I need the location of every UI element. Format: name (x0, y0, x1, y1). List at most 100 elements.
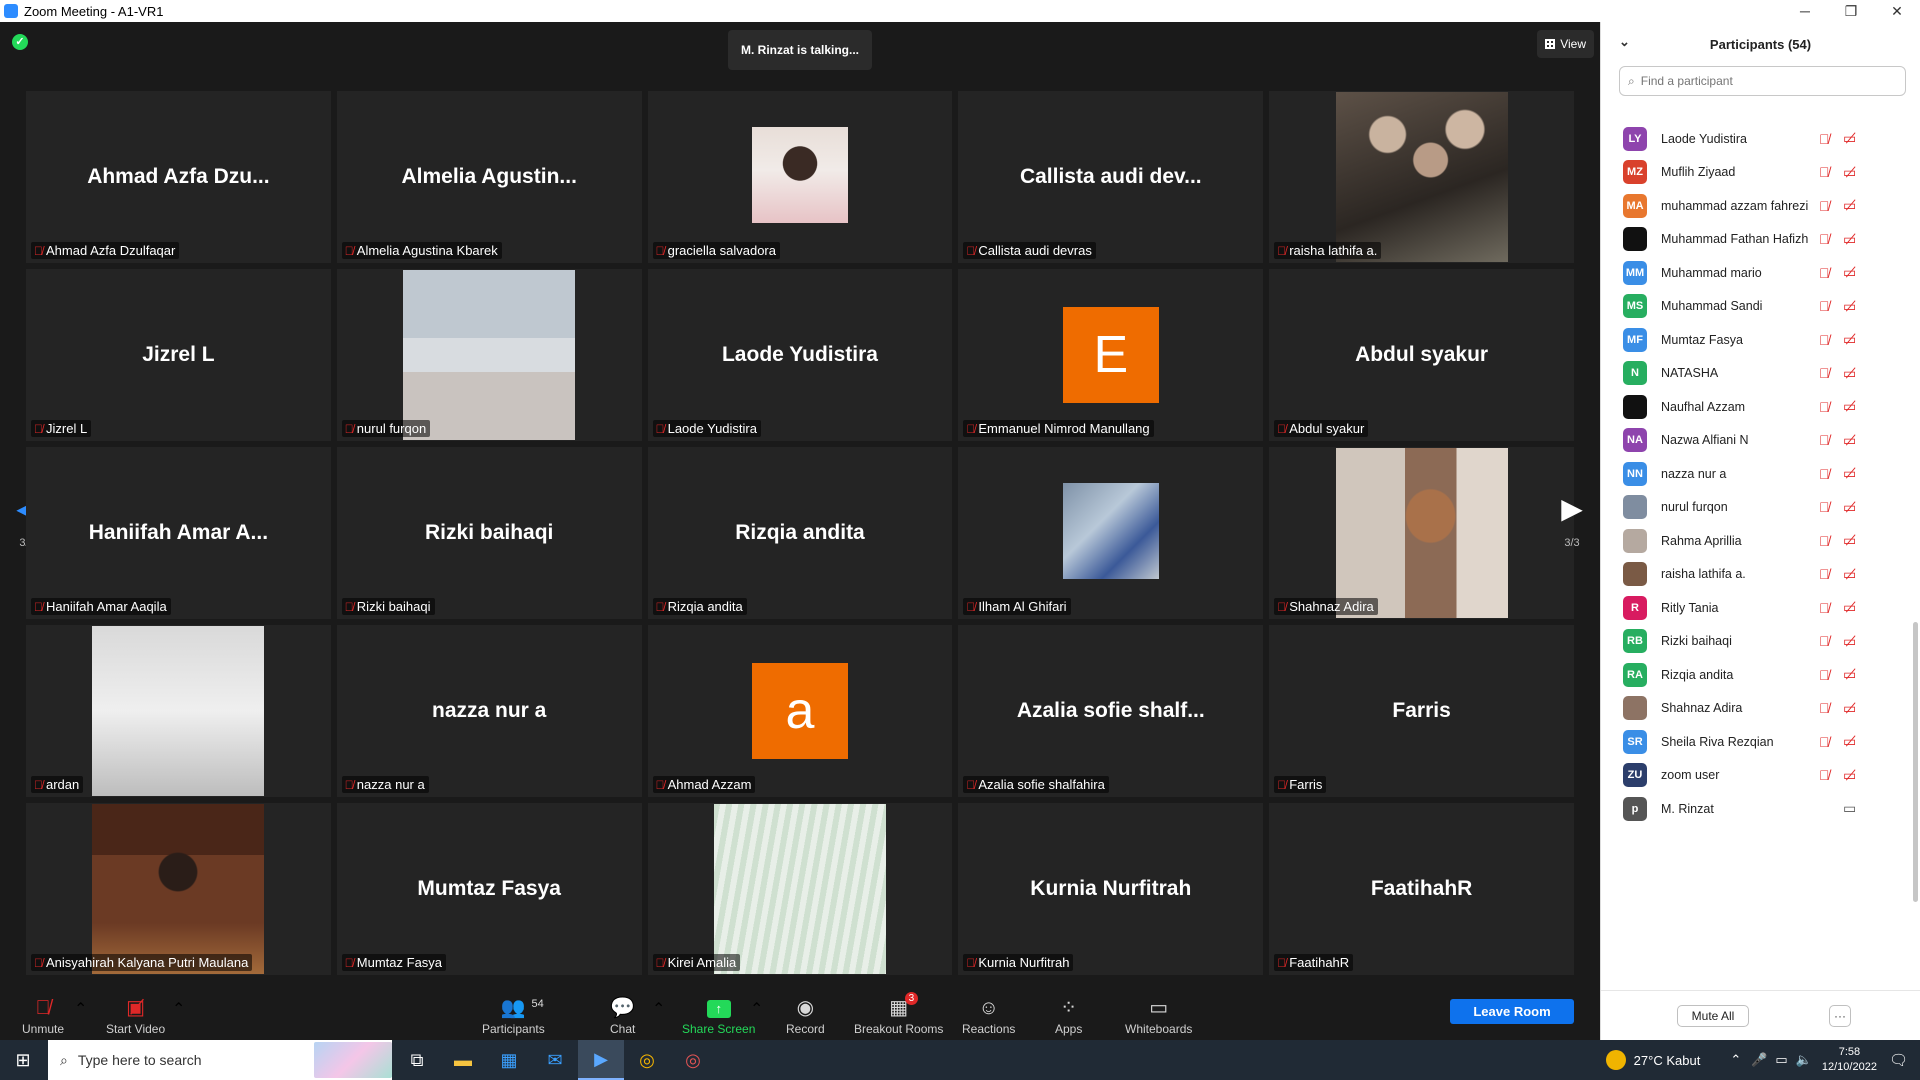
video-tile[interactable]: Mumtaz Fasya 🎙̸ Mumtaz Fasya (336, 803, 642, 975)
chrome-profile-icon[interactable]: ◎ (670, 1040, 716, 1080)
participant-name: Muhammad Sandi (1661, 299, 1763, 313)
participant-avatar: NN (1623, 461, 1647, 486)
mic-muted-icon: 🎙̸ (344, 243, 354, 258)
clock[interactable]: 7:58 12/10/2022 (1822, 1045, 1877, 1075)
microphone-icon[interactable]: 🎤 (1751, 1052, 1767, 1068)
mic-muted-icon: 🎙̸ (1819, 767, 1830, 783)
video-tile[interactable]: 🎙̸ Anisyahirah Kalyana Putri Maulana (26, 803, 331, 975)
store-icon[interactable]: ▦ (486, 1040, 532, 1080)
taskbar-search[interactable]: ⌕ Type here to search (48, 1040, 392, 1080)
mic-muted-icon: 🎙̸ (1819, 666, 1830, 683)
tile-participant-name: Laode Yudistira (667, 421, 757, 436)
maximize-button[interactable]: ❐ (1828, 0, 1874, 22)
minimize-button[interactable]: ─ (1782, 0, 1828, 22)
share-screen-button[interactable]: ↑ Share Screen (682, 991, 755, 1040)
file-explorer-icon[interactable]: ▬ (440, 1040, 486, 1080)
leave-room-button[interactable]: Leave Room (1450, 999, 1574, 1024)
video-tile[interactable]: Almelia Agustin... 🎙̸ Almelia Agustina Kba… (336, 91, 642, 263)
apps-label: Apps (1055, 1022, 1083, 1036)
chat-options-caret[interactable]: ⌃ (652, 999, 665, 1019)
participant-avatar: ZU (1623, 763, 1647, 787)
video-options-caret[interactable]: ⌃ (172, 999, 185, 1019)
video-tile[interactable]: 🎙̸ nurul furqon (336, 269, 642, 441)
record-button[interactable]: ◉ Record (786, 991, 825, 1040)
mail-icon[interactable]: ✉ (532, 1040, 578, 1080)
participant-row[interactable]: p M. Rinzat ▭ (1601, 788, 1909, 829)
mute-all-button[interactable]: Mute All (1677, 1005, 1749, 1027)
participants-button[interactable]: 👥 54 Participants (482, 991, 545, 1040)
mic-muted-icon: 🎙̸ (1819, 499, 1830, 515)
next-page-arrow[interactable]: ▶ 3/3 (1555, 487, 1589, 557)
record-icon: ◉ (796, 997, 815, 1019)
video-tile[interactable]: Kurnia Nurfitrah 🎙̸ Kurnia Nurfitrah (958, 803, 1264, 975)
participant-name: Laode Yudistira (1661, 131, 1747, 146)
tile-name-label: 🎙̸ graciella salvadora (652, 242, 780, 259)
mic-muted-icon: 🎙̸ (1277, 777, 1287, 792)
whiteboards-button[interactable]: ▭ Whiteboards (1125, 991, 1192, 1040)
share-options-caret[interactable]: ⌃ (750, 999, 763, 1019)
breakout-rooms-button[interactable]: ▦ 3 Breakout Rooms (854, 991, 943, 1040)
chrome-icon[interactable]: ◎ (624, 1040, 670, 1080)
video-off-icon: ▭̸ (1843, 197, 1857, 213)
view-button[interactable]: View (1537, 30, 1594, 58)
tile-name-label: 🎙̸ Haniifah Amar Aaqila (31, 598, 171, 615)
participant-name: Nazwa Alfiani N (1661, 433, 1749, 447)
video-tile[interactable]: E 🎙̸ Emmanuel Nimrod Manullang (958, 269, 1264, 441)
video-tile[interactable]: Azalia sofie shalf... 🎙̸ Azalia sofie shal… (958, 625, 1264, 797)
video-off-icon: ▭̸ (1843, 264, 1857, 280)
video-tile[interactable]: Abdul syakur 🎙̸ Abdul syakur (1269, 269, 1574, 441)
security-shield-icon[interactable]: ✓ (12, 34, 28, 50)
video-tile[interactable]: FaatihahR 🎙̸ FaatihahR (1269, 803, 1574, 975)
video-tile[interactable]: 🎙̸ Shahnaz Adira (1269, 447, 1574, 619)
breakout-rooms-label: Breakout Rooms (854, 1022, 944, 1036)
network-icon[interactable]: ▭ (1775, 1052, 1787, 1068)
reactions-button[interactable]: ☺ Reactions (962, 991, 1015, 1040)
chat-button[interactable]: 💬 Chat (610, 991, 635, 1040)
video-tile[interactable]: 🎙̸ graciella salvadora (647, 91, 953, 263)
unmute-button[interactable]: 🎙̸ Unmute (22, 991, 64, 1040)
video-tile[interactable]: Laode Yudistira 🎙̸ Laode Yudistira (647, 269, 953, 441)
video-off-icon: ▭̸ (1843, 498, 1857, 515)
participant-list[interactable]: LY Laode Yudistira 🎙̸ ▭̸ MZ Muflih Ziyaad 🎙̸ ▭̸… (1601, 110, 1909, 990)
mic-muted-icon: 🎙̸ (1819, 398, 1830, 415)
video-tile[interactable]: nazza nur a 🎙̸ nazza nur a (336, 625, 642, 797)
close-button[interactable]: ✕ (1874, 0, 1920, 22)
tile-name-label: 🎙̸ Emmanuel Nimrod Manullang (963, 420, 1154, 437)
start-video-button[interactable]: ▣̸ Start Video (106, 991, 165, 1040)
task-view-icon[interactable]: ⧉ (394, 1040, 440, 1080)
notifications-icon[interactable]: 🗨 (1889, 1051, 1908, 1069)
video-tile[interactable]: 🎙̸ raisha lathifa a. (1269, 91, 1574, 263)
collapse-chevron-icon[interactable]: ⌄ (1619, 34, 1630, 50)
video-tile[interactable]: 🎙̸ ardan (26, 625, 331, 797)
mic-muted-icon: 🎙̸ (1819, 432, 1830, 448)
tile-name-label: 🎙̸ Jizrel L (31, 420, 92, 437)
video-tile[interactable]: Callista audi dev... 🎙̸ Callista audi devr… (958, 91, 1264, 263)
zoom-app-icon (4, 4, 18, 18)
weather-text[interactable]: 27°C Kabut (1634, 1053, 1701, 1068)
video-tile[interactable]: Haniifah Amar A... 🎙̸ Haniifah Amar Aaqila (26, 447, 331, 619)
more-options-button[interactable]: ··· (1829, 1005, 1851, 1027)
video-tile[interactable]: 🎙̸ Kirei Amalia (647, 803, 953, 975)
audio-options-caret[interactable]: ⌃ (74, 999, 87, 1019)
start-button[interactable]: ⊞ (0, 1040, 46, 1080)
video-tile[interactable]: Ahmad Azfa Dzu... 🎙̸ Ahmad Azfa Dzulfaqar (26, 91, 331, 263)
participant-list-scrollbar[interactable] (1913, 622, 1918, 902)
participant-search[interactable]: ⌕ (1619, 66, 1906, 96)
volume-icon[interactable]: 🔈 (1796, 1052, 1812, 1068)
zoom-taskbar-icon[interactable]: ▶ (578, 1040, 624, 1080)
tray-chevron-icon[interactable]: ⌃ (1730, 1052, 1741, 1068)
tile-name-label: 🎙̸ nazza nur a (341, 776, 429, 793)
apps-button[interactable]: ⁘ Apps (1055, 991, 1082, 1040)
video-tile[interactable]: Farris 🎙̸ Farris (1269, 625, 1574, 797)
participant-avatar (1623, 394, 1647, 419)
mic-muted-icon: 🎙̸ (966, 955, 976, 970)
video-tile[interactable]: a 🎙̸ Ahmad Azzam (647, 625, 953, 797)
video-tile[interactable]: Jizrel L 🎙̸ Jizrel L (26, 269, 331, 441)
participant-search-input[interactable] (1640, 74, 1897, 88)
tile-name-label: 🎙̸ Ilham Al Ghifari (963, 598, 1071, 615)
tile-display-name: Mumtaz Fasya (417, 877, 561, 900)
search-icon: ⌕ (1628, 73, 1635, 88)
video-tile[interactable]: Rizki baihaqi 🎙̸ Rizki baihaqi (336, 447, 642, 619)
video-tile[interactable]: 🎙̸ Ilham Al Ghifari (958, 447, 1264, 619)
video-tile[interactable]: Rizqia andita 🎙̸ Rizqia andita (647, 447, 953, 619)
